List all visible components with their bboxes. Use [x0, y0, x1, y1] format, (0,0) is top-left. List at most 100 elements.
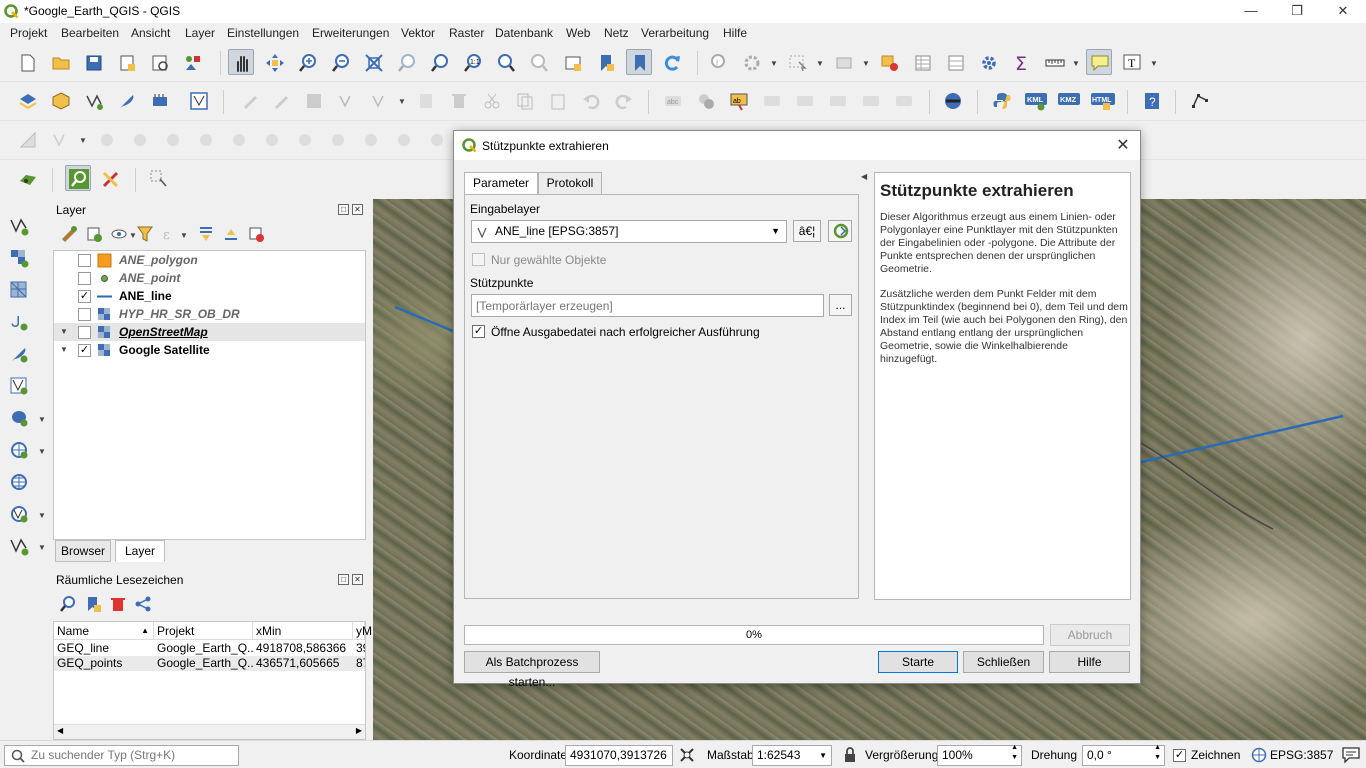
copy-features-button[interactable]: [512, 88, 538, 114]
rotation-spinbox[interactable]: 0,0 ° ▲ ▼: [1082, 743, 1165, 766]
menu-vektor[interactable]: Vektor: [401, 26, 435, 40]
horizontal-scrollbar[interactable]: ◀ ▶: [54, 724, 365, 739]
style-panel-icon[interactable]: [60, 225, 78, 243]
chevron-down-icon[interactable]: ▼: [862, 59, 870, 68]
cursor-tool-button[interactable]: [146, 166, 172, 192]
chevron-down-icon[interactable]: ▼: [79, 136, 87, 145]
menu-einstellungen[interactable]: Einstellungen: [227, 26, 299, 40]
statistics-button[interactable]: Σ: [1009, 50, 1035, 76]
output-file-input[interactable]: [471, 294, 824, 317]
split-features-button[interactable]: [424, 127, 450, 153]
filter-expression-icon[interactable]: ε: [161, 225, 179, 243]
new-project-button[interactable]: [15, 50, 41, 76]
spinbox-arrows-icon[interactable]: ▲ ▼: [1011, 743, 1018, 763]
selected-only-checkbox[interactable]: [472, 253, 485, 266]
add-xyz-layer-button[interactable]: [6, 469, 32, 495]
layer-row-ane-point[interactable]: ANE_point: [54, 269, 365, 287]
new-virtual-layer-button[interactable]: [147, 88, 173, 114]
save-project-button[interactable]: [81, 50, 107, 76]
crs-globe-icon[interactable]: [1251, 747, 1267, 763]
menu-projekt[interactable]: Projekt: [10, 26, 47, 40]
paste-features-button[interactable]: [545, 88, 571, 114]
show-hide-labels-button[interactable]: [792, 88, 818, 114]
batch-process-button[interactable]: Als Batchprozess starten...: [464, 651, 600, 689]
open-project-button[interactable]: [48, 50, 74, 76]
new-temporary-layer-button[interactable]: [186, 88, 212, 114]
layer-visibility-checkbox[interactable]: [78, 308, 91, 321]
diagram-options-button[interactable]: [693, 88, 719, 114]
menu-web[interactable]: Web: [566, 26, 590, 40]
simplify-feature-button[interactable]: [160, 127, 186, 153]
minimize-button[interactable]: —: [1228, 0, 1274, 23]
select-features-button[interactable]: [785, 50, 811, 76]
add-spatialite-layer-button[interactable]: [6, 341, 32, 367]
browse-output-button[interactable]: ...: [829, 294, 852, 316]
current-edits-button[interactable]: [268, 88, 294, 114]
input-layer-select[interactable]: ANE_line [EPSG:3857] ▼: [471, 220, 787, 243]
refresh-button[interactable]: [659, 50, 685, 76]
spinbox-arrows-icon[interactable]: ▲ ▼: [1154, 743, 1161, 763]
column-header-xmin[interactable]: xMin: [253, 622, 353, 640]
coordinate-field[interactable]: 4931070,3913726: [565, 745, 673, 766]
rotate-feature-button[interactable]: [127, 127, 153, 153]
zoom-in-button[interactable]: [295, 50, 321, 76]
layer-row-hyp-hr-sr-ob-dr[interactable]: HYP_HR_SR_OB_DR: [54, 305, 365, 323]
menu-raster[interactable]: Raster: [449, 26, 484, 40]
layout-manager-button[interactable]: [147, 50, 173, 76]
add-bookmark-icon[interactable]: [84, 595, 102, 613]
undo-button[interactable]: [578, 88, 604, 114]
add-vector-layer-button[interactable]: [6, 213, 32, 239]
coordinate-toggle-icon[interactable]: [679, 747, 695, 763]
add-part-button[interactable]: [226, 127, 252, 153]
deselect-features-button[interactable]: [877, 50, 903, 76]
highlight-pinned-labels-button[interactable]: ab: [726, 88, 752, 114]
remove-layer-icon[interactable]: [247, 225, 265, 243]
digitize-rectangle-button[interactable]: [15, 127, 41, 153]
expand-all-icon[interactable]: [197, 225, 215, 243]
pan-to-selection-button[interactable]: [262, 50, 288, 76]
move-label-button[interactable]: [825, 88, 851, 114]
add-mesh-layer-button[interactable]: [6, 277, 32, 303]
restore-button[interactable]: ❐: [1274, 0, 1320, 23]
add-wms-layer-button[interactable]: [6, 437, 32, 463]
close-icon[interactable]: ✕: [1112, 135, 1134, 157]
help-button[interactable]: Hilfe: [1049, 651, 1130, 673]
scroll-right-icon[interactable]: ▶: [356, 726, 362, 735]
open-output-checkbox[interactable]: ✓: [472, 325, 485, 338]
toolbox-button[interactable]: [976, 50, 1002, 76]
layer-visibility-checkbox[interactable]: [78, 326, 91, 339]
share-icon[interactable]: [134, 595, 152, 613]
iterate-features-button[interactable]: â€¦: [793, 220, 821, 242]
lock-icon[interactable]: [843, 747, 857, 763]
change-label-button[interactable]: [891, 88, 917, 114]
column-header-project[interactable]: Projekt: [154, 622, 253, 640]
layer-visibility-checkbox[interactable]: ✓: [78, 344, 91, 357]
run-button[interactable]: Starte: [878, 651, 958, 673]
close-dialog-button[interactable]: Schließen: [963, 651, 1044, 673]
tab-protokoll[interactable]: Protokoll: [538, 172, 602, 195]
zoom-next-button[interactable]: [526, 50, 552, 76]
collapse-all-icon[interactable]: [222, 225, 240, 243]
chevron-down-icon[interactable]: ▼: [1150, 59, 1158, 68]
float-panel-icon[interactable]: □: [338, 204, 349, 215]
new-shapefile-layer-button[interactable]: [81, 88, 107, 114]
chevron-down-icon[interactable]: ▼: [38, 415, 46, 424]
add-vector-tile-layer-button[interactable]: [6, 533, 32, 559]
add-feature-button[interactable]: [334, 88, 360, 114]
measure-line-button[interactable]: [1042, 50, 1068, 76]
menu-verarbeitung[interactable]: Verarbeitung: [641, 26, 709, 40]
menu-datenbank[interactable]: Datenbank: [495, 26, 553, 40]
zoom-to-selection-button[interactable]: [394, 50, 420, 76]
layer-labeling-button[interactable]: abc: [660, 88, 686, 114]
zoom-native-button[interactable]: 1:1: [460, 50, 486, 76]
add-delimited-text-layer-button[interactable]: ᒍ: [6, 309, 32, 335]
add-postgis-layer-button[interactable]: [6, 405, 32, 431]
chevron-down-icon[interactable]: ▼: [770, 59, 778, 68]
new-geopackage-layer-button[interactable]: [48, 88, 74, 114]
style-manager-button[interactable]: [180, 50, 206, 76]
offset-curve-button[interactable]: [391, 127, 417, 153]
modify-attributes-button[interactable]: [413, 88, 439, 114]
chevron-down-icon[interactable]: ▼: [398, 97, 406, 106]
toggle-editing-button[interactable]: [237, 88, 263, 114]
chevron-down-icon[interactable]: ▼: [38, 511, 46, 520]
